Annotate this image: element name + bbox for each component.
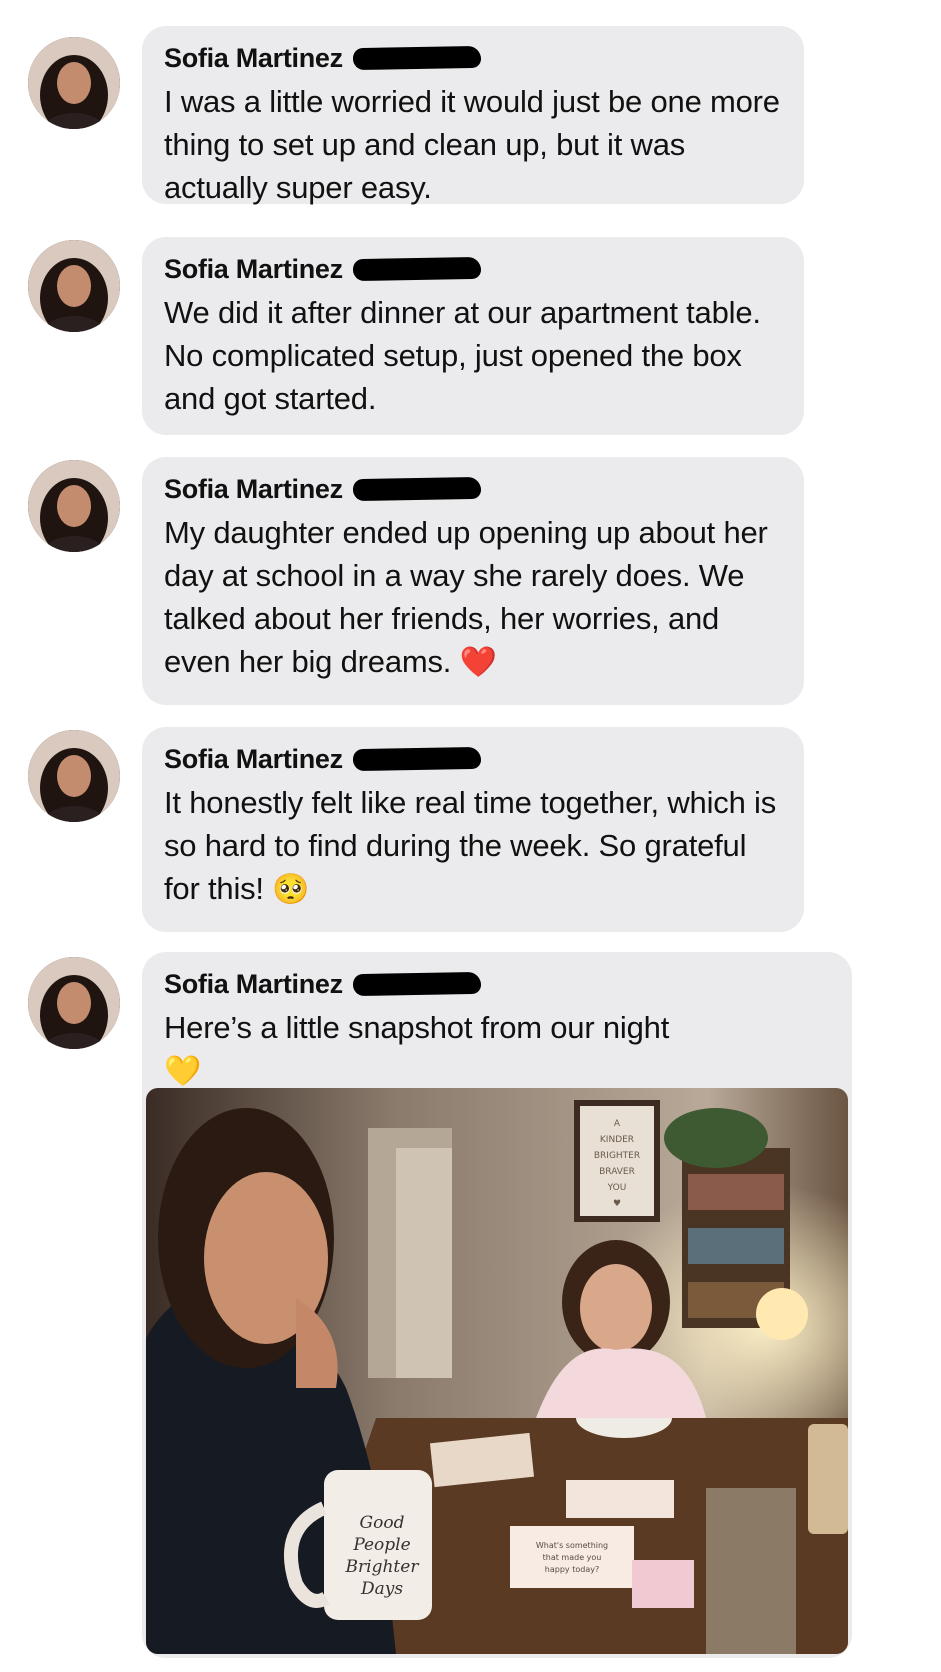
poster-text: YOU [607, 1183, 627, 1193]
poster-text: BRAVER [599, 1167, 635, 1177]
poster-text: KINDER [600, 1135, 634, 1145]
mug-text: People [352, 1535, 410, 1555]
attached-photo[interactable]: A KINDER BRIGHTER BRAVER YOU ♥ What's so… [146, 1088, 848, 1654]
red-heart-emoji: ❤️ [459, 645, 497, 680]
sender-avatar[interactable] [28, 730, 120, 822]
redaction-mark [352, 746, 482, 772]
message-body: It honestly felt like real time together… [164, 785, 777, 906]
sender-row: Sofia Martinez [164, 473, 782, 505]
mug-text: Good [360, 1513, 405, 1533]
message-text: It honestly felt like real time together… [164, 781, 782, 911]
card-text: happy today? [545, 1565, 599, 1574]
redaction-mark [352, 476, 482, 502]
message-bubble[interactable]: Sofia Martinez It honestly felt like rea… [142, 727, 804, 932]
message-bubble[interactable]: Sofia Martinez We did it after dinner at… [142, 237, 804, 435]
sender-avatar[interactable] [28, 957, 120, 1049]
card-text: What's something [536, 1541, 608, 1550]
message-text: I was a little worried it would just be … [164, 84, 780, 205]
sender-row: Sofia Martinez [164, 743, 782, 775]
card-text: that made you [543, 1553, 602, 1562]
redaction-mark [352, 45, 482, 71]
message-text: My daughter ended up opening up about he… [164, 511, 782, 684]
sender-name[interactable]: Sofia Martinez [164, 43, 343, 74]
poster-text: BRIGHTER [594, 1151, 640, 1161]
sender-avatar[interactable] [28, 460, 120, 552]
poster-text: ♥ [613, 1199, 621, 1209]
sender-row: Sofia Martinez [164, 253, 782, 285]
message-text: Here’s a little snapshot from our night 💛 [164, 1006, 830, 1093]
sender-avatar[interactable] [28, 37, 120, 129]
sender-row: Sofia Martinez [164, 42, 782, 74]
redaction-mark [352, 256, 482, 282]
yellow-heart-emoji: 💛 [164, 1054, 202, 1089]
pleading-face-emoji: 🥺 [272, 872, 310, 907]
message-bubble[interactable]: Sofia Martinez I was a little worried it… [142, 26, 804, 205]
redaction-mark [352, 971, 482, 997]
poster-text: A [614, 1119, 621, 1129]
mug-text: Brighter [345, 1557, 420, 1577]
message-body: Here’s a little snapshot from our night [164, 1010, 670, 1045]
mug-text: Days [360, 1579, 403, 1599]
sender-name[interactable]: Sofia Martinez [164, 969, 343, 1000]
sender-name[interactable]: Sofia Martinez [164, 744, 343, 775]
sender-avatar[interactable] [28, 240, 120, 332]
message-text: We did it after dinner at our apartment … [164, 295, 761, 416]
sender-name[interactable]: Sofia Martinez [164, 474, 343, 505]
sender-name[interactable]: Sofia Martinez [164, 254, 343, 285]
message-bubble[interactable]: Sofia Martinez My daughter ended up open… [142, 457, 804, 705]
sender-row: Sofia Martinez [164, 968, 830, 1000]
